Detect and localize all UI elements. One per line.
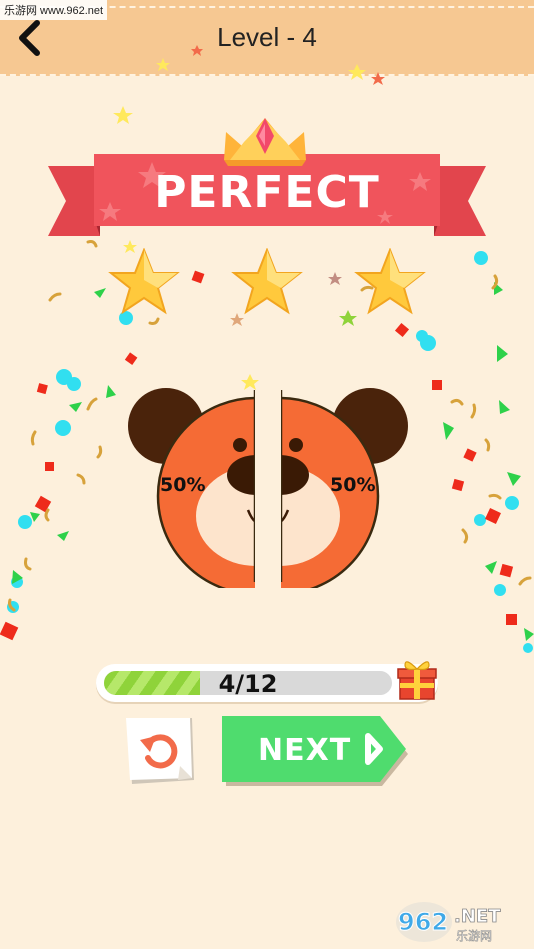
gift-button[interactable] <box>394 657 440 703</box>
restart-icon <box>126 718 194 784</box>
perfect-banner-text: PERFECT <box>154 167 380 218</box>
left-half-percent: 50% <box>160 474 206 496</box>
rating-stars <box>108 248 426 315</box>
star-icon <box>108 248 180 315</box>
progress-text: 4/12 <box>218 670 278 698</box>
star-icon <box>354 248 426 315</box>
crown-icon <box>224 118 306 166</box>
watermark-logo: 962 .NET 乐游网 <box>396 902 502 943</box>
star-icon <box>231 248 303 315</box>
svg-text:962: 962 <box>398 908 448 936</box>
svg-text:乐游网: 乐游网 <box>456 929 492 943</box>
restart-button[interactable] <box>126 718 196 784</box>
svg-text:.NET: .NET <box>454 906 501 927</box>
right-half-percent: 50% <box>330 474 376 496</box>
gift-icon <box>397 661 437 700</box>
next-label: NEXT <box>258 733 352 768</box>
